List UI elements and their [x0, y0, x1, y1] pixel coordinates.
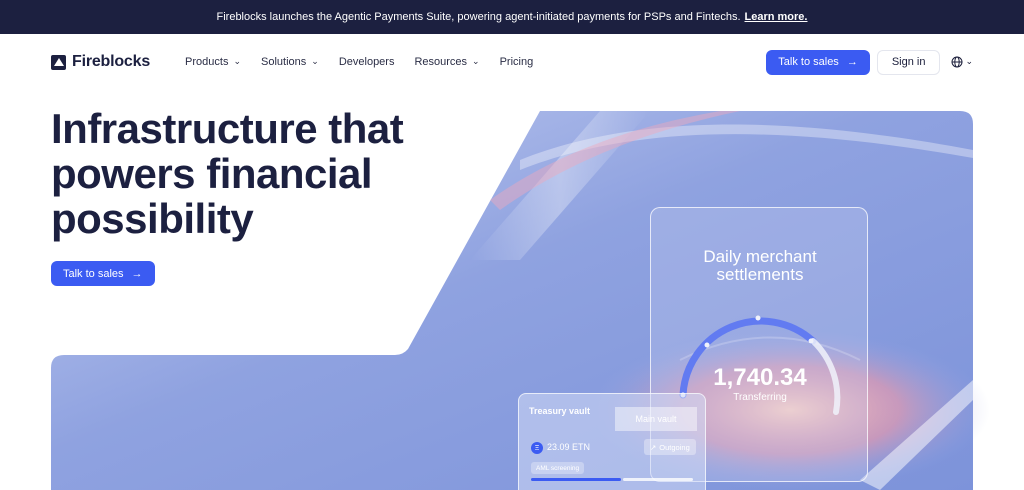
nav-item-solutions[interactable]: Solutions ⌄ — [261, 55, 319, 69]
sign-in-button[interactable]: Sign in — [876, 49, 941, 75]
hero-title-line: Infrastructure that — [51, 105, 404, 152]
chevron-down-icon: ⌄ — [311, 55, 319, 66]
from-vault-label: Treasury vault — [529, 406, 591, 416]
card-title-line: Daily merchant — [703, 247, 817, 266]
transfer-amount: 23.09 ETN — [547, 442, 591, 452]
nav-item-products[interactable]: Products ⌄ — [185, 55, 242, 69]
button-label: Talk to sales — [63, 267, 124, 280]
arrow-right-icon: → — [846, 56, 858, 68]
nav-item-label: Developers — [338, 56, 395, 68]
banner-learn-more-link[interactable]: Learn more. — [745, 11, 808, 23]
nav-item-label: Pricing — [499, 56, 534, 68]
globe-icon — [951, 56, 963, 68]
vault-transfer-card: Treasury vault Main vault Ξ 23.09 ETN ↗ … — [518, 393, 706, 490]
chevron-down-icon: ⌄ — [233, 55, 242, 66]
eth-coin-icon: Ξ — [531, 442, 543, 454]
hero-title-line: possibility — [51, 195, 254, 242]
language-selector[interactable]: ⌄ — [951, 56, 973, 68]
arrow-up-right-icon: ↗ — [650, 442, 657, 452]
progress-bar-remaining — [623, 478, 693, 481]
button-label: Talk to sales — [778, 56, 839, 68]
aml-screening-tag: AML screening — [531, 462, 585, 474]
gauge-value: 1,740.34 — [713, 364, 807, 391]
nav-item-developers[interactable]: Developers — [339, 56, 395, 68]
chevron-down-icon: ⌄ — [472, 55, 480, 66]
card-title-line: settlements — [716, 265, 804, 284]
arrow-right-icon: → — [131, 267, 143, 280]
hero-talk-to-sales-button[interactable]: Talk to sales → — [51, 261, 155, 286]
progress-bar-filled — [531, 478, 621, 481]
card-title: Daily merchant settlements — [651, 248, 869, 284]
to-vault-label: Main vault — [615, 407, 697, 431]
direction-label: Outgoing — [659, 442, 690, 452]
nav-item-label: Solutions — [261, 56, 307, 68]
hero-title-line: powers financial — [51, 150, 373, 197]
nav-talk-to-sales-button[interactable]: Talk to sales → — [766, 49, 870, 75]
logo-text: Fireblocks — [72, 53, 151, 70]
nav-item-label: Products — [185, 56, 229, 68]
nav-item-resources[interactable]: Resources ⌄ — [414, 55, 480, 69]
banner-text: Fireblocks launches the Agentic Payments… — [216, 11, 741, 23]
logo[interactable]: Fireblocks — [51, 53, 150, 71]
chevron-down-icon: ⌄ — [965, 55, 973, 66]
nav-item-pricing[interactable]: Pricing — [500, 56, 534, 68]
announcement-banner: Fireblocks launches the Agentic Payments… — [0, 0, 1024, 34]
hero-title: Infrastructure that powers financial pos… — [51, 106, 471, 241]
nav-item-label: Resources — [414, 56, 468, 68]
direction-badge: ↗ Outgoing — [644, 439, 696, 455]
fireblocks-logo-icon — [51, 54, 66, 70]
top-nav: Fireblocks Products ⌄ Solutions ⌄ Develo… — [0, 34, 1024, 90]
